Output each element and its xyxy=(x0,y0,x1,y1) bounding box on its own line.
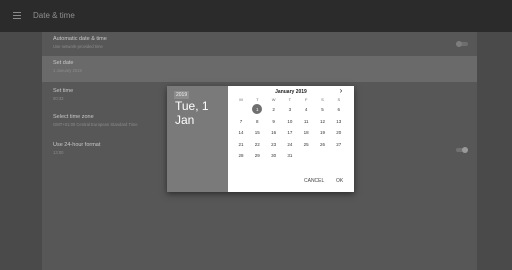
calendar-day[interactable]: 30 xyxy=(267,152,281,160)
date-picker-dialog: 2019 Tue, 1 Jan January 2019 › MTWTFSS 1… xyxy=(167,86,354,192)
selected-date-line1: Tue, 1 xyxy=(175,99,209,113)
calendar-day[interactable]: 6 xyxy=(332,106,346,114)
calendar-day[interactable]: 18 xyxy=(299,129,313,137)
weekday-label: S xyxy=(321,97,324,102)
calendar-day[interactable]: 13 xyxy=(332,118,346,126)
toggle-thumb xyxy=(456,41,462,47)
calendar-day[interactable]: 27 xyxy=(332,141,346,149)
calendar: January 2019 › MTWTFSS 1 2 3 4 5 6 7 8 9 10 11 12 13… xyxy=(228,86,354,192)
calendar-day[interactable]: 2 xyxy=(267,106,281,114)
setting-automatic-date-time[interactable]: Automatic date & time Use network-provid… xyxy=(42,32,477,58)
selected-date-display[interactable]: Tue, 1 Jan xyxy=(175,99,227,127)
app-bar: Date & time xyxy=(0,0,512,32)
calendar-day[interactable]: 21 xyxy=(234,141,248,149)
calendar-day[interactable]: 4 xyxy=(299,106,313,114)
calendar-day[interactable]: 26 xyxy=(316,141,330,149)
weekday-label: W xyxy=(271,97,276,102)
setting-summary: 13:00 xyxy=(53,150,64,155)
page-title: Date & time xyxy=(33,11,75,20)
menu-icon[interactable] xyxy=(13,12,21,19)
calendar-day[interactable]: 28 xyxy=(234,152,248,160)
weekday-label: T xyxy=(288,97,292,102)
setting-title: Set time xyxy=(53,88,74,94)
calendar-day[interactable]: 8 xyxy=(250,118,264,126)
date-picker-header: 2019 Tue, 1 Jan xyxy=(167,86,228,192)
cancel-button[interactable]: CANCEL xyxy=(304,178,324,184)
calendar-day[interactable]: 11 xyxy=(299,118,313,126)
weekday-label: S xyxy=(337,97,341,102)
weekday-label: T xyxy=(256,97,259,102)
use-24-hour-format-toggle[interactable] xyxy=(456,147,468,153)
calendar-day[interactable]: 10 xyxy=(283,118,297,126)
setting-summary: Use network-provided time xyxy=(53,44,103,49)
calendar-day[interactable]: 17 xyxy=(283,129,297,137)
setting-set-date[interactable]: Set date 1 January 2019 xyxy=(42,56,477,82)
toggle-thumb xyxy=(462,147,468,153)
setting-title: Select time zone xyxy=(53,114,94,120)
calendar-day[interactable]: 3 xyxy=(283,106,297,114)
calendar-day[interactable]: 25 xyxy=(299,141,313,149)
calendar-day[interactable]: 22 xyxy=(250,141,264,149)
calendar-day[interactable]: 12 xyxy=(316,118,330,126)
calendar-day[interactable]: 20 xyxy=(332,129,346,137)
calendar-day[interactable]: 7 xyxy=(234,118,248,126)
calendar-day[interactable]: 29 xyxy=(250,152,264,160)
setting-title: Set date xyxy=(53,60,74,66)
calendar-day[interactable]: 19 xyxy=(316,129,330,137)
setting-summary: 00:33 xyxy=(53,96,64,101)
calendar-day[interactable]: 5 xyxy=(316,106,330,114)
calendar-day[interactable]: 31 xyxy=(283,152,297,160)
calendar-day[interactable]: 24 xyxy=(283,141,297,149)
calendar-day[interactable]: 16 xyxy=(267,129,281,137)
calendar-day[interactable]: 9 xyxy=(267,118,281,126)
setting-summary: GMT+01:00 Central European Standard Time xyxy=(53,122,138,127)
automatic-date-time-toggle[interactable] xyxy=(456,41,468,47)
weekday-label: F xyxy=(304,97,308,102)
selected-day[interactable]: 1 xyxy=(250,104,264,114)
weekday-label: M xyxy=(239,97,243,102)
chevron-right-icon[interactable]: › xyxy=(336,86,346,96)
calendar-day[interactable]: 14 xyxy=(234,129,248,137)
calendar-day[interactable]: 23 xyxy=(267,141,281,149)
year-selector[interactable]: 2019 xyxy=(174,91,190,99)
ok-button[interactable]: OK xyxy=(336,178,343,184)
setting-title: Use 24-hour format xyxy=(53,142,101,148)
calendar-day[interactable]: 15 xyxy=(250,129,264,137)
selected-date-line2: Jan xyxy=(175,113,195,127)
setting-summary: 1 January 2019 xyxy=(53,68,82,73)
setting-title: Automatic date & time xyxy=(53,36,107,42)
